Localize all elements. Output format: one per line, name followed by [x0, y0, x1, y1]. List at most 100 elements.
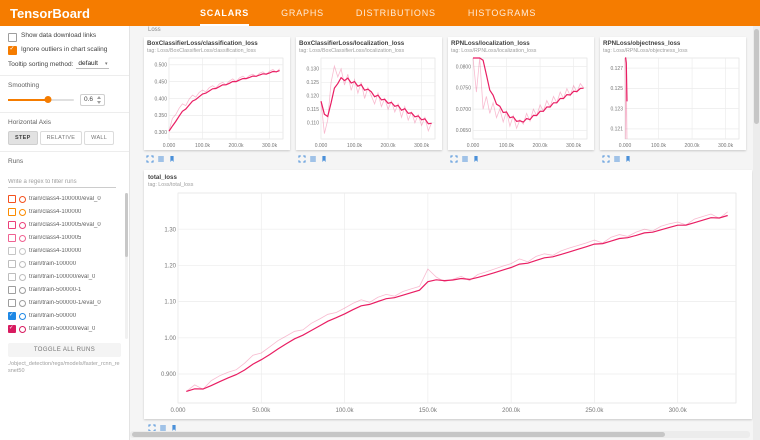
svg-text:300.0k: 300.0k	[669, 408, 688, 414]
chart-canvas[interactable]: 0.06500.07000.07500.08000.000100.0k200.0…	[451, 55, 591, 150]
run-row[interactable]: train/class4-100000	[8, 245, 121, 258]
run-row[interactable]: train/class4-100000	[8, 206, 121, 219]
expand-chart-icon[interactable]	[298, 155, 306, 163]
run-checkbox[interactable]	[8, 325, 16, 333]
chart-title: total_loss	[148, 174, 748, 181]
run-color-swatch	[19, 313, 26, 320]
chart-plot[interactable]: 0.1210.1230.1250.1270.000100.0k200.0k300…	[603, 55, 743, 150]
run-checkbox[interactable]	[8, 273, 16, 281]
log-axis-icon[interactable]	[309, 155, 317, 163]
run-row[interactable]: train/train-500000	[8, 310, 121, 323]
expand-chart-icon[interactable]	[146, 155, 154, 163]
horizontal-scrollbar[interactable]	[130, 431, 750, 438]
axis-button-step[interactable]: STEP	[8, 131, 38, 145]
log-axis-icon[interactable]	[157, 155, 165, 163]
svg-text:300.0k: 300.0k	[718, 143, 734, 149]
axis-button-wall[interactable]: WALL	[84, 131, 114, 145]
vertical-scrollbar[interactable]	[753, 26, 760, 440]
show-download-links-checkbox[interactable]	[8, 33, 17, 42]
show-download-links-row[interactable]: Show data download links	[8, 32, 121, 42]
svg-text:0.000: 0.000	[315, 143, 328, 149]
run-checkbox[interactable]	[8, 312, 16, 320]
chart-plot[interactable]: 0.06500.07000.07500.08000.000100.0k200.0…	[451, 55, 591, 150]
chart-plot[interactable]: 0.9001.001.101.201.300.00050.00k100.0k15…	[148, 189, 748, 417]
scalar-chart-card: BoxClassifierLoss/classification_loss ta…	[144, 37, 290, 150]
svg-text:0.127: 0.127	[610, 66, 623, 72]
category-label[interactable]: Loss	[148, 27, 161, 33]
svg-text:100.0k: 100.0k	[499, 143, 515, 149]
expand-chart-icon[interactable]	[602, 155, 610, 163]
run-checkbox[interactable]	[8, 195, 16, 203]
expand-chart-icon[interactable]	[450, 155, 458, 163]
runs-scrollbar[interactable]	[125, 193, 128, 339]
run-label: train/train-100000	[29, 261, 76, 267]
log-axis-icon[interactable]	[613, 155, 621, 163]
ignore-outliers-checkbox[interactable]	[8, 46, 17, 55]
run-row[interactable]: train/class4-100000/eval_0	[8, 193, 121, 206]
tab-graphs[interactable]: GRAPHS	[281, 0, 324, 26]
run-row[interactable]: train/train-500000/eval_0	[8, 323, 121, 336]
run-row[interactable]: train/class4-100005/eval_0	[8, 219, 121, 232]
svg-text:300.0k: 300.0k	[414, 143, 430, 149]
smoothing-slider[interactable]	[8, 99, 74, 101]
svg-text:0.0750: 0.0750	[456, 86, 472, 92]
chart-canvas[interactable]: 0.1100.1150.1200.1250.1300.000100.0k200.…	[299, 55, 439, 150]
svg-text:250.0k: 250.0k	[585, 408, 604, 414]
chart-canvas[interactable]: 0.9001.001.101.201.300.00050.00k100.0k15…	[148, 189, 746, 417]
total-loss-chart-card: total_loss tag: Loss/total_loss 0.9001.0…	[144, 170, 752, 419]
axis-button-relative[interactable]: RELATIVE	[40, 131, 83, 145]
run-checkbox[interactable]	[8, 286, 16, 294]
smoothing-stepper[interactable]: 0.6	[80, 94, 105, 106]
tab-distributions[interactable]: DISTRIBUTIONS	[356, 0, 436, 26]
svg-text:0.000: 0.000	[467, 143, 480, 149]
ignore-outliers-row[interactable]: Ignore outliers in chart scaling	[8, 46, 121, 56]
show-download-links-label: Show data download links	[21, 32, 96, 40]
run-row[interactable]: train/train-500000-1	[8, 284, 121, 297]
svg-text:50.00k: 50.00k	[252, 408, 271, 414]
tooltip-sorting-dropdown[interactable]: default ▾	[76, 59, 109, 69]
run-checkbox[interactable]	[8, 208, 16, 216]
svg-text:200.0k: 200.0k	[229, 143, 245, 149]
svg-text:1.00: 1.00	[164, 336, 176, 342]
horizontal-axis-section: Horizontal Axis STEPRELATIVEWALL	[0, 113, 129, 152]
chart-tag: tag: Loss/RPNLoss/localization_loss	[451, 48, 591, 54]
run-color-swatch	[19, 287, 26, 294]
runs-section: Runs train/class4-100000/eval_0train/cla…	[0, 152, 129, 376]
svg-text:1.20: 1.20	[164, 264, 176, 270]
run-checkbox[interactable]	[8, 299, 16, 307]
slider-thumb[interactable]	[44, 96, 51, 103]
chart-tag: tag: Loss/RPNLoss/objectness_loss	[603, 48, 743, 54]
run-checkbox[interactable]	[8, 234, 16, 242]
svg-text:1.10: 1.10	[164, 300, 176, 306]
chart-canvas[interactable]: 0.1210.1230.1250.1270.000100.0k200.0k300…	[603, 55, 743, 150]
run-row[interactable]: train/train-100000/eval_0	[8, 271, 121, 284]
app-header: TensorBoard SCALARSGRAPHSDISTRIBUTIONSHI…	[0, 0, 760, 26]
pin-chart-icon[interactable]	[168, 155, 176, 163]
run-row[interactable]: train/class4-100005	[8, 232, 121, 245]
chart-toolbar	[448, 155, 594, 163]
tab-scalars[interactable]: SCALARS	[200, 0, 249, 26]
chart-canvas[interactable]: 0.3000.3500.4000.4500.5000.000100.0k200.…	[147, 55, 287, 150]
chart-plot[interactable]: 0.3000.3500.4000.4500.5000.000100.0k200.…	[147, 55, 287, 150]
log-axis-icon[interactable]	[461, 155, 469, 163]
general-options-section: Show data download links Ignore outliers…	[0, 26, 129, 76]
horizontal-axis-buttons: STEPRELATIVEWALL	[8, 131, 121, 145]
pin-chart-icon[interactable]	[320, 155, 328, 163]
svg-text:0.450: 0.450	[154, 79, 167, 85]
stepper-arrows-icon[interactable]	[97, 96, 101, 104]
runs-scrollbar-thumb[interactable]	[125, 193, 128, 257]
run-checkbox[interactable]	[8, 247, 16, 255]
chart-plot[interactable]: 0.1100.1150.1200.1250.1300.000100.0k200.…	[299, 55, 439, 150]
tab-histograms[interactable]: HISTOGRAMS	[468, 0, 536, 26]
run-checkbox[interactable]	[8, 260, 16, 268]
pin-chart-icon[interactable]	[472, 155, 480, 163]
run-checkbox[interactable]	[8, 221, 16, 229]
vertical-scrollbar-thumb[interactable]	[754, 29, 759, 124]
run-row[interactable]: train/train-500000-1/eval_0	[8, 297, 121, 310]
runs-filter-input[interactable]	[8, 177, 116, 188]
toggle-all-runs-button[interactable]: TOGGLE ALL RUNS	[8, 343, 121, 357]
run-row[interactable]: train/train-100000	[8, 258, 121, 271]
horizontal-scrollbar-thumb[interactable]	[132, 432, 665, 437]
pin-chart-icon[interactable]	[624, 155, 632, 163]
run-color-swatch	[19, 248, 26, 255]
